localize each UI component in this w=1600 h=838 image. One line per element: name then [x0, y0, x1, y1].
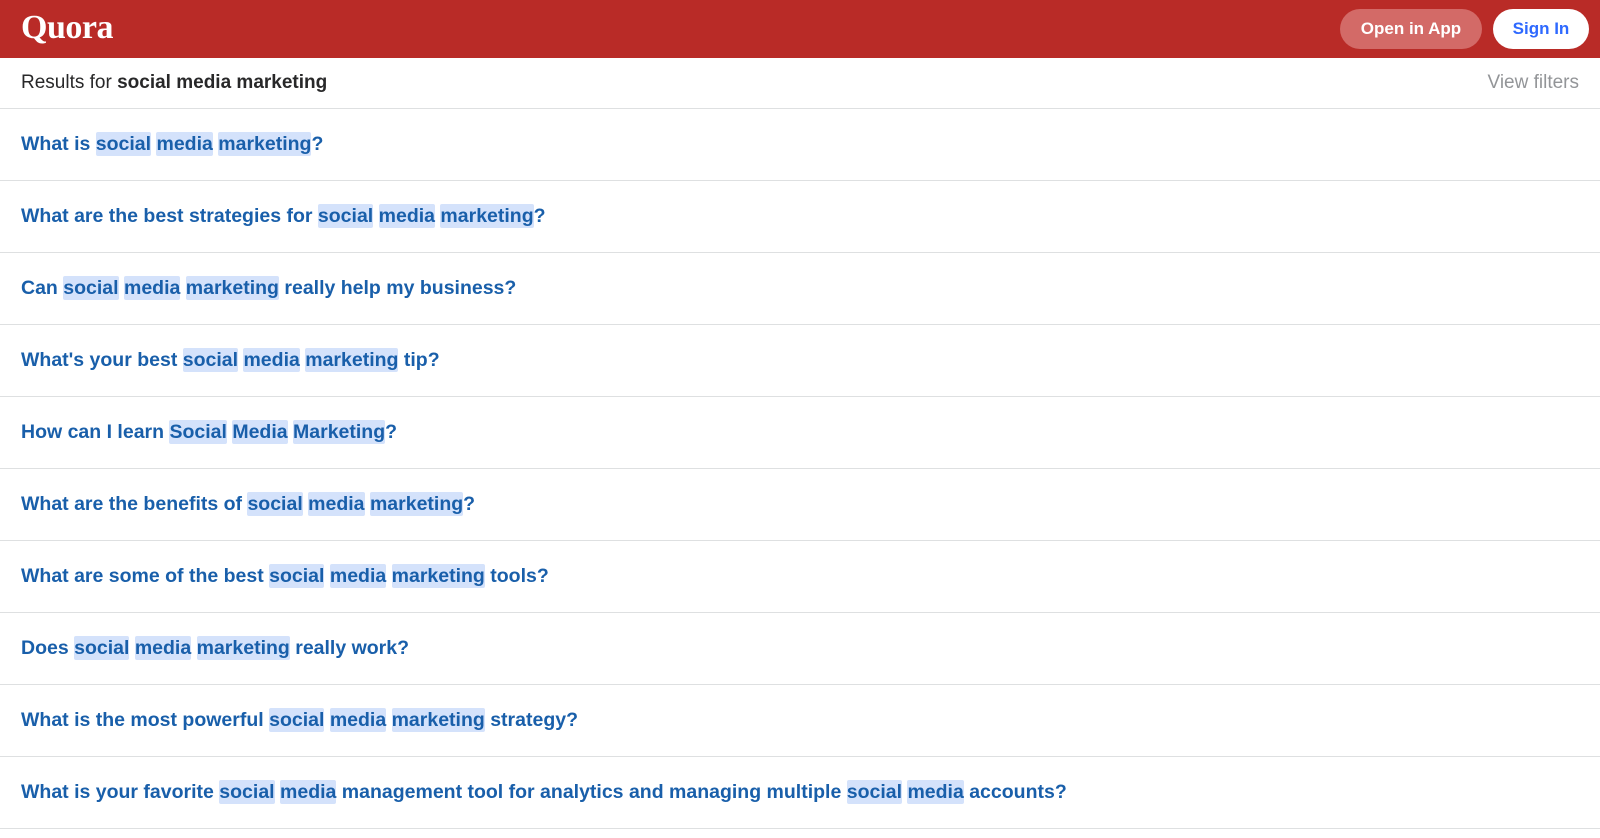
highlighted-term: social — [95, 132, 152, 156]
question-text: What's your best — [21, 349, 183, 371]
question-text — [386, 709, 391, 731]
result-row: What are some of the best social media m… — [0, 541, 1600, 613]
result-question-link[interactable]: What is the most powerful social media m… — [21, 708, 578, 732]
highlighted-term: media — [907, 780, 964, 804]
highlighted-term: Marketing — [293, 420, 386, 444]
question-text: ? — [463, 493, 476, 515]
question-text: tip? — [398, 349, 440, 371]
highlighted-term: social — [182, 348, 239, 372]
result-row: What is social media marketing? — [0, 109, 1600, 181]
results-list: What is social media marketing? What are … — [0, 109, 1600, 829]
highlighted-term: media — [123, 276, 181, 300]
result-row: Does social media marketing really work? — [0, 613, 1600, 685]
result-question-link[interactable]: What are the benefits of social media ma… — [21, 492, 476, 516]
result-row: What's your best social media marketing … — [0, 325, 1600, 397]
result-question-link[interactable]: What are the best strategies for social … — [21, 204, 546, 228]
question-text: management tool for analytics and managi… — [336, 781, 847, 803]
question-text: What are some of the best — [21, 565, 270, 587]
question-text: What is — [21, 133, 96, 155]
results-header: Results for social media marketing View … — [0, 58, 1600, 109]
question-text — [373, 205, 378, 227]
result-row: What are the benefits of social media ma… — [0, 469, 1600, 541]
question-text: really work? — [289, 637, 410, 659]
highlighted-term: media — [378, 204, 435, 228]
question-text: ? — [311, 133, 324, 155]
highlighted-term: social — [269, 708, 325, 732]
results-prefix: Results for — [21, 72, 112, 93]
highlighted-term: social — [63, 276, 119, 300]
result-question-link[interactable]: What is your favorite social media manag… — [21, 780, 1067, 804]
result-row: What is your favorite social media manag… — [0, 757, 1600, 829]
sign-in-button[interactable]: Sign In — [1493, 9, 1589, 49]
question-text: ? — [533, 205, 546, 227]
highlighted-term: marketing — [391, 708, 485, 732]
question-text: tools? — [484, 565, 549, 587]
question-text: really help my business? — [278, 277, 517, 299]
question-text — [324, 709, 329, 731]
highlighted-term: marketing — [305, 348, 399, 372]
result-question-link[interactable]: What's your best social media marketing … — [21, 348, 440, 372]
question-text: What is your favorite — [21, 781, 220, 803]
highlighted-term: social — [317, 204, 374, 228]
question-text — [386, 565, 391, 587]
question-text — [129, 637, 134, 659]
result-question-link[interactable]: Can social media marketing really help m… — [21, 276, 517, 300]
highlighted-term: marketing — [185, 276, 279, 300]
question-text: What are the benefits of — [21, 493, 248, 515]
highlighted-term: social — [219, 780, 275, 804]
question-text: What is the most powerful — [21, 709, 270, 731]
question-text — [191, 637, 196, 659]
highlighted-term: social — [269, 564, 325, 588]
question-text: How can I learn — [21, 421, 170, 443]
highlighted-term: social — [247, 492, 303, 516]
highlighted-term: marketing — [196, 636, 290, 660]
highlighted-term: marketing — [440, 204, 534, 228]
results-label: Results for social media marketing — [21, 72, 327, 94]
open-in-app-button[interactable]: Open in App — [1340, 9, 1482, 49]
highlighted-term: marketing — [391, 564, 485, 588]
result-question-link[interactable]: Does social media marketing really work? — [21, 636, 410, 660]
highlighted-term: media — [243, 348, 300, 372]
question-text: Does — [21, 637, 75, 659]
quora-logo[interactable]: Quora — [21, 11, 113, 45]
results-query: social media marketing — [117, 72, 328, 93]
question-text: accounts? — [963, 781, 1067, 803]
highlighted-term: marketing — [218, 132, 312, 156]
view-filters-link[interactable]: View filters — [1487, 72, 1579, 94]
result-question-link[interactable]: What is social media marketing? — [21, 132, 324, 156]
highlighted-term: media — [329, 564, 387, 588]
question-text: ? — [385, 421, 398, 443]
result-row: What are the best strategies for social … — [0, 181, 1600, 253]
question-text: strategy? — [484, 709, 578, 731]
question-text — [180, 277, 185, 299]
highlighted-term: social — [74, 636, 130, 660]
result-row: What is the most powerful social media m… — [0, 685, 1600, 757]
highlighted-term: Social — [169, 420, 227, 444]
result-row: How can I learn Social Media Marketing? — [0, 397, 1600, 469]
highlighted-term: media — [280, 780, 337, 804]
result-row: Can social media marketing really help m… — [0, 253, 1600, 325]
highlighted-term: social — [846, 780, 903, 804]
top-actions: Open in App Sign In — [1340, 9, 1589, 49]
question-text: What are the best strategies for — [21, 205, 318, 227]
highlighted-term: media — [156, 132, 213, 156]
highlighted-term: media — [308, 492, 365, 516]
question-text: Can — [21, 277, 64, 299]
highlighted-term: marketing — [369, 492, 464, 516]
top-bar: Quora Open in App Sign In — [0, 0, 1600, 58]
highlighted-term: Media — [232, 420, 288, 444]
highlighted-term: media — [329, 708, 387, 732]
result-question-link[interactable]: How can I learn Social Media Marketing? — [21, 420, 398, 444]
highlighted-term: media — [134, 636, 192, 660]
result-question-link[interactable]: What are some of the best social media m… — [21, 564, 549, 588]
